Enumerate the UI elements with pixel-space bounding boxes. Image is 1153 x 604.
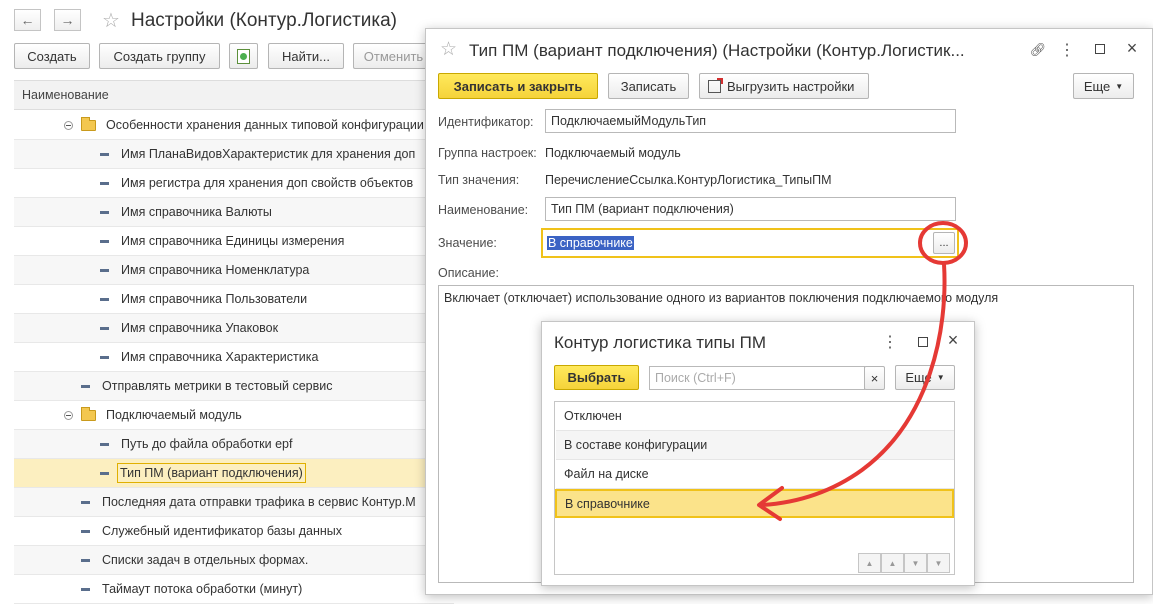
annotation-arrow	[760, 262, 947, 507]
highlight-circle	[918, 221, 968, 265]
annotation-overlay	[757, 221, 968, 521]
